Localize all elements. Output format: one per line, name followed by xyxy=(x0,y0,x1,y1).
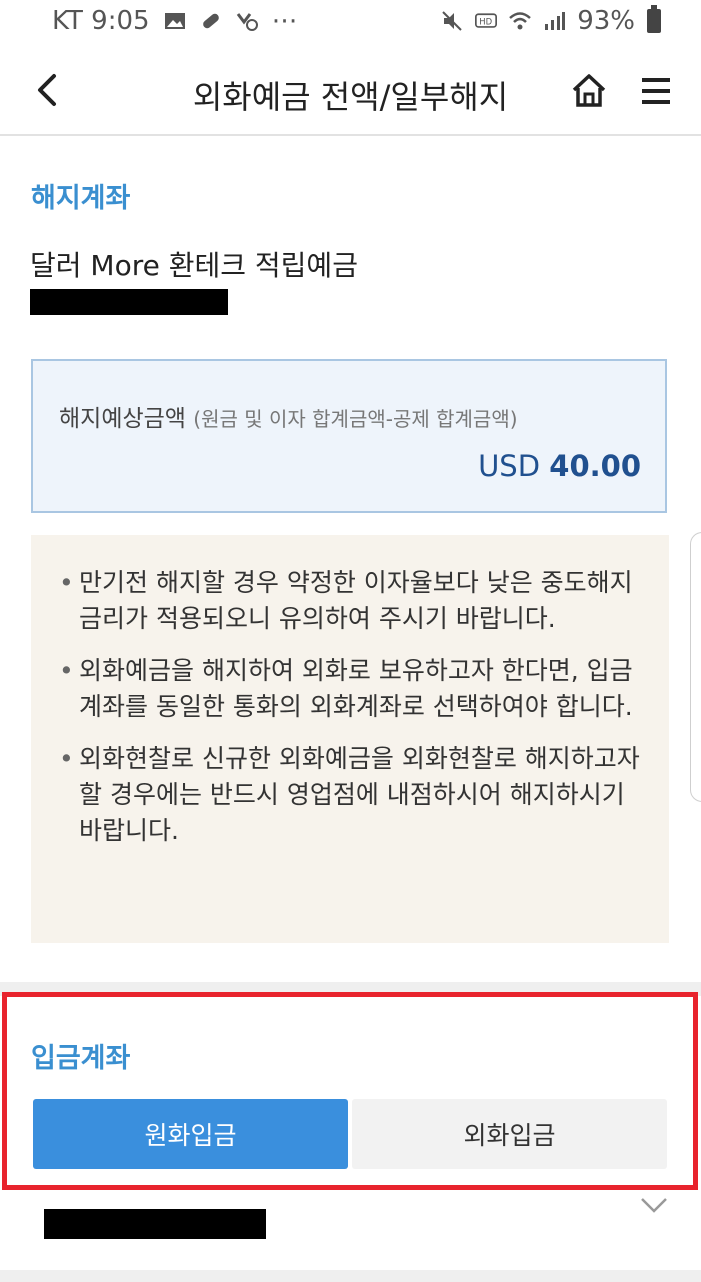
status-left: KT 9:05 ⋯ xyxy=(52,6,298,36)
status-right: HD 93% xyxy=(441,5,661,36)
battery-percent: 93% xyxy=(577,6,635,36)
bottom-divider xyxy=(0,1270,701,1282)
mute-icon xyxy=(442,11,462,31)
product-name: 달러 More 환테크 적립예금 xyxy=(30,249,358,282)
notice-box: 만기전 해지할 경우 약정한 이자율보다 낮은 중도해지 금리가 적용되오니 유… xyxy=(31,535,669,943)
expected-amount-title: 해지예상금액 xyxy=(59,406,186,432)
battery-icon xyxy=(647,5,661,33)
status-bar: KT 9:05 ⋯ HD 93% xyxy=(0,0,701,48)
signal-icon xyxy=(545,12,566,30)
expected-amount-value: USD 40.00 xyxy=(478,449,641,483)
more-notifications-icon: ⋯ xyxy=(271,6,298,36)
highlight-frame xyxy=(2,992,698,1190)
section-title-close-account: 해지계좌 xyxy=(31,183,131,214)
expected-amount-note: (원금 및 이자 합계금액-공제 합계금액) xyxy=(193,407,518,431)
svg-text:HD: HD xyxy=(479,16,492,26)
menu-icon[interactable] xyxy=(640,76,672,106)
wifi-icon xyxy=(509,12,532,30)
carrier-time: KT 9:05 xyxy=(52,6,150,36)
notice-item: 만기전 해지할 경우 약정한 이자율보다 낮은 중도해지 금리가 적용되오니 유… xyxy=(59,565,641,637)
notice-item: 외화예금을 해지하여 외화로 보유하고자 한다면, 입금계좌를 동일한 통화의 … xyxy=(59,653,641,725)
amount-currency: USD xyxy=(478,449,541,483)
expected-amount-box: 해지예상금액 (원금 및 이자 합계금액-공제 합계금액) USD 40.00 xyxy=(31,359,667,513)
app-header: 외화예금 전액/일부해지 xyxy=(0,48,701,136)
hd-icon: HD xyxy=(475,13,498,28)
scroll-handle[interactable] xyxy=(690,532,701,802)
chevron-down-icon[interactable] xyxy=(640,1196,668,1214)
gallery-icon xyxy=(164,13,185,29)
missed-call-icon xyxy=(236,13,258,31)
expected-amount-label: 해지예상금액 (원금 및 이자 합계금액-공제 합계금액) xyxy=(59,399,518,433)
masked-deposit-account xyxy=(44,1209,266,1239)
pill-icon xyxy=(202,13,219,29)
home-icon[interactable] xyxy=(570,72,608,110)
masked-account-number xyxy=(30,289,228,315)
amount-number: 40.00 xyxy=(549,449,641,483)
notice-item: 외화현찰로 신규한 외화예금을 외화현찰로 해지하고자 할 경우에는 반드시 영… xyxy=(59,741,641,849)
